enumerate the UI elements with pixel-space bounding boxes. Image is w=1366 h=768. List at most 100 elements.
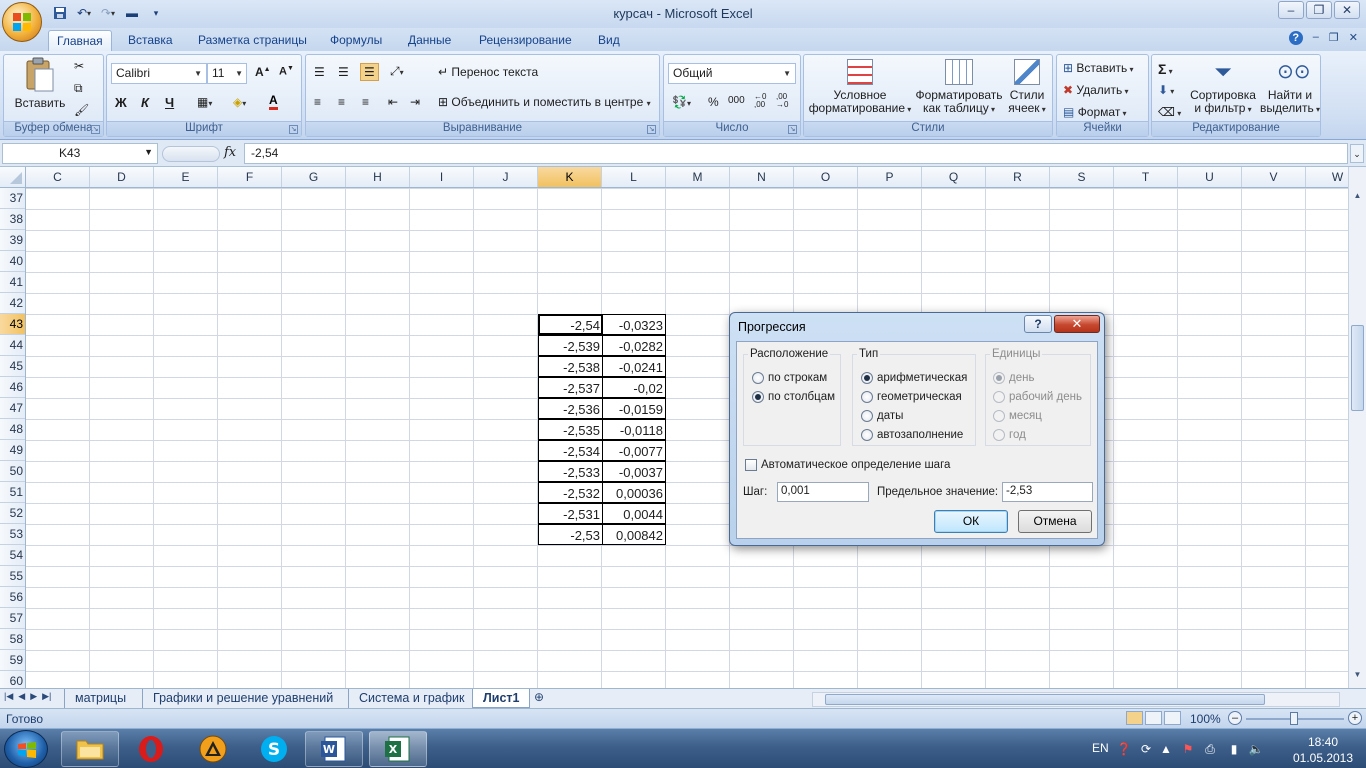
radio-workday[interactable] [993, 391, 1005, 403]
zoom-in-icon[interactable]: + [1348, 711, 1362, 725]
tray-expand-icon[interactable]: ▲ [1158, 741, 1174, 757]
thousands-button[interactable]: 000 [728, 95, 745, 106]
zoom-out-icon[interactable]: – [1228, 711, 1242, 725]
insert-cells-button[interactable]: ⊞ Вставить ▾ [1063, 61, 1134, 75]
taskbar-excel[interactable]: X [369, 731, 427, 767]
row-header[interactable]: 49 [0, 440, 25, 461]
align-center-icon[interactable]: ≡ [338, 95, 345, 109]
page-break-view-icon[interactable] [1164, 711, 1181, 725]
tray-device-icon[interactable]: ⎙ [1202, 741, 1218, 757]
radio-dates[interactable] [861, 410, 873, 422]
row-header[interactable]: 57 [0, 608, 25, 629]
radio-year[interactable] [993, 429, 1005, 441]
cancel-button[interactable]: Отмена [1018, 510, 1092, 533]
wrap-text-button[interactable]: ↵ Перенос текста [438, 65, 538, 79]
row-header[interactable]: 51 [0, 482, 25, 503]
row-header[interactable]: 41 [0, 272, 25, 293]
tab-insert[interactable]: Вставка [120, 30, 181, 51]
option-geometric[interactable]: геометрическая [861, 391, 962, 403]
cell-k[interactable]: -2,535 [538, 419, 603, 440]
option-auto-step[interactable]: Автоматическое определение шага [745, 459, 950, 471]
decrease-decimal-icon[interactable]: ,00 →0 [776, 93, 788, 109]
row-header[interactable]: 40 [0, 251, 25, 272]
percent-button[interactable]: % [708, 95, 719, 109]
borders-icon[interactable]: ▦▾ [197, 95, 212, 109]
formula-input[interactable]: -2,54 [244, 143, 1348, 164]
new-sheet-icon[interactable]: ⊕ [534, 690, 544, 704]
radio-month[interactable] [993, 410, 1005, 422]
ok-button[interactable]: ОК [934, 510, 1008, 533]
align-left-icon[interactable]: ≡ [314, 95, 321, 109]
delete-cells-button[interactable]: ✖ Удалить ▾ [1063, 83, 1128, 97]
cell-k[interactable]: -2,538 [538, 356, 603, 377]
tray-sync-icon[interactable]: ⟳ [1138, 741, 1154, 757]
radio-autofill[interactable] [861, 429, 873, 441]
row-header[interactable]: 42 [0, 293, 25, 314]
row-header[interactable]: 46 [0, 377, 25, 398]
insert-function-icon[interactable]: fx [224, 145, 236, 160]
tab-review[interactable]: Рецензирование [471, 30, 580, 51]
increase-decimal-icon[interactable]: ←0,00 [754, 93, 766, 109]
option-arithmetic[interactable]: арифметическая [861, 372, 967, 384]
last-sheet-icon[interactable]: ▶| [42, 691, 51, 702]
row-header[interactable]: 52 [0, 503, 25, 524]
expand-formula-bar-icon[interactable]: ⌄ [1350, 144, 1364, 163]
option-workday[interactable]: рабочий день [993, 391, 1082, 403]
merge-center-button[interactable]: ⊞ Объединить и поместить в центре ▾ [438, 95, 651, 109]
cell-k[interactable]: -2,537 [538, 377, 603, 398]
fill-icon[interactable]: ⬇ ▾ [1158, 83, 1174, 97]
cell-k[interactable]: -2,532 [538, 482, 603, 503]
option-autofill[interactable]: автозаполнение [861, 429, 963, 441]
column-header[interactable]: F [218, 167, 282, 187]
bold-button[interactable]: Ж [115, 95, 127, 110]
cell-styles-button[interactable]: Стили ячеек ▾ [1004, 59, 1050, 116]
copy-icon[interactable]: ⧉ [74, 81, 83, 96]
cell-l[interactable]: -0,0282 [602, 335, 666, 356]
office-button[interactable] [2, 2, 42, 42]
cell-l[interactable]: 0,00036 [602, 482, 666, 503]
taskbar-skype[interactable]: S [245, 731, 303, 767]
autosum-icon[interactable]: Σ ▾ [1158, 61, 1173, 77]
help-icon[interactable]: ? [1288, 31, 1303, 45]
paste-button[interactable]: Вставить [10, 57, 70, 110]
radio-by-rows[interactable] [752, 372, 764, 384]
column-header[interactable]: T [1114, 167, 1178, 187]
cell-l[interactable]: -0,0241 [602, 356, 666, 377]
cell-l[interactable]: 0,00842 [602, 524, 666, 545]
dialog-help-button[interactable]: ? [1024, 315, 1052, 333]
orientation-icon[interactable]: ⤢▾ [390, 64, 404, 79]
clipboard-launcher-icon[interactable]: ↘ [91, 125, 100, 134]
taskbar-opera[interactable] [122, 731, 180, 767]
column-header[interactable]: O [794, 167, 858, 187]
currency-icon[interactable]: 💱▾ [672, 95, 691, 109]
alignment-launcher-icon[interactable]: ↘ [647, 125, 656, 134]
radio-arithmetic[interactable] [861, 372, 873, 384]
row-header[interactable]: 48 [0, 419, 25, 440]
cell-l[interactable]: -0,0159 [602, 398, 666, 419]
maximize-button[interactable]: ❐ [1306, 1, 1332, 19]
row-header[interactable]: 59 [0, 650, 25, 671]
column-header[interactable]: I [410, 167, 474, 187]
start-button[interactable] [4, 730, 48, 768]
row-header[interactable]: 55 [0, 566, 25, 587]
align-right-icon[interactable]: ≡ [362, 95, 369, 109]
row-header[interactable]: 53 [0, 524, 25, 545]
cut-icon[interactable]: ✂ [74, 59, 84, 73]
cell-l[interactable]: -0,02 [602, 377, 666, 398]
fill-color-icon[interactable]: ◈▾ [233, 95, 246, 109]
horizontal-scroll-thumb[interactable] [825, 694, 1265, 705]
option-year[interactable]: год [993, 429, 1026, 441]
cell-k[interactable]: -2,534 [538, 440, 603, 461]
tray-flag-icon[interactable]: ⚑ [1180, 741, 1196, 757]
column-header[interactable]: P [858, 167, 922, 187]
format-as-table-button[interactable]: Форматировать как таблицу ▾ [914, 59, 1004, 116]
first-sheet-icon[interactable]: |◀ [4, 691, 13, 702]
minimize-button[interactable]: – [1278, 1, 1304, 19]
align-top-icon[interactable]: ☰ [314, 65, 325, 79]
cell-l[interactable]: -0,0323 [602, 314, 666, 335]
column-header[interactable]: E [154, 167, 218, 187]
column-header[interactable]: M [666, 167, 730, 187]
column-header[interactable]: R [986, 167, 1050, 187]
name-box[interactable]: K43 ▼ [2, 143, 158, 164]
option-month[interactable]: месяц [993, 410, 1042, 422]
